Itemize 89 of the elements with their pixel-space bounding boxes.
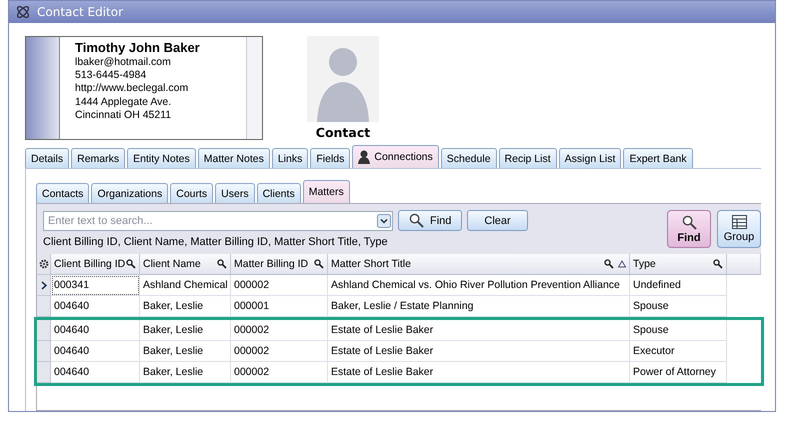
- tab[interactable]: Clients: [256, 183, 301, 203]
- tab[interactable]: Users: [215, 183, 255, 203]
- table-cell: Estate of Leslie Baker: [328, 362, 630, 383]
- column-chooser[interactable]: [37, 254, 51, 275]
- contact-detail: http://www.beclegal.com: [75, 82, 190, 96]
- contact-detail: 513-6445-4984: [75, 69, 148, 82]
- row-selector[interactable]: [37, 275, 51, 296]
- search-icon[interactable]: [314, 259, 324, 269]
- table-cell: 004640: [51, 296, 140, 317]
- tab[interactable]: Matters: [302, 180, 350, 203]
- app-logo-icon: [15, 4, 31, 20]
- tab[interactable]: Schedule: [440, 148, 497, 168]
- scrollbar[interactable]: [246, 37, 262, 139]
- settings-icon[interactable]: [38, 259, 48, 269]
- find-button[interactable]: Find: [398, 210, 462, 231]
- tab[interactable]: Remarks: [71, 148, 126, 168]
- table-row[interactable]: 004640 Baker, Leslie 000002 Estate of Leslie Baker Executor: [37, 341, 761, 362]
- group-button[interactable]: Group: [717, 210, 761, 248]
- tab[interactable]: Expert Bank: [623, 148, 693, 168]
- grid-icon: [732, 215, 746, 229]
- photo-caption: Contact: [316, 125, 370, 140]
- search-icon: [409, 213, 424, 228]
- table-cell: Spouse: [630, 296, 727, 317]
- search-icon[interactable]: [713, 259, 723, 269]
- table-cell: Estate of Leslie Baker: [328, 320, 630, 341]
- search-icon[interactable]: [604, 259, 614, 269]
- search-fields-hint: Client Billing ID, Client Name, Matter Billing ID, Matter Short Title, Type: [43, 236, 389, 248]
- column-title: Client Name: [143, 258, 201, 270]
- table-cell: 004640: [51, 320, 140, 341]
- table-cell: 000001: [231, 296, 328, 317]
- column-header[interactable]: Client Name: [140, 254, 231, 275]
- contact-name: Timothy John Baker: [75, 40, 201, 56]
- column-header[interactable]: Matter Short Title: [328, 254, 630, 275]
- table-cell: Ashland Chemical vs. Ohio River Pollution Prevention Alliance: [328, 275, 630, 296]
- column-header[interactable]: Matter Billing ID: [231, 254, 328, 275]
- table-cell: Baker, Leslie: [140, 320, 231, 341]
- search-icon[interactable]: [217, 259, 227, 269]
- current-row-icon: [40, 280, 46, 290]
- table-cell: Baker, Leslie / Estate Planning: [328, 296, 630, 317]
- table-cell: Executor: [630, 341, 727, 362]
- contact-detail: Cincinnati OH 45211: [75, 108, 172, 122]
- sort-icon: [618, 260, 626, 268]
- table-cell: Ashland Chemical: [140, 275, 231, 296]
- contact-detail: 1444 Applegate Ave.: [75, 96, 172, 109]
- table-cell: 000341: [51, 275, 140, 296]
- column-title: Matter Billing ID: [234, 258, 308, 270]
- column-header[interactable]: Client Billing ID: [51, 254, 140, 275]
- tab[interactable]: Courts: [170, 183, 214, 203]
- table-cell: 004640: [51, 341, 140, 362]
- tab[interactable]: Entity Notes: [127, 148, 196, 168]
- tab[interactable]: Fields: [310, 148, 350, 168]
- column-header[interactable]: Type: [630, 254, 727, 275]
- table-row[interactable]: 000341 Ashland Chemical 000002 Ashland Chemical vs. Ohio River Pollution Prevention Alliance Undefined: [37, 275, 761, 296]
- column-header: [727, 254, 761, 275]
- table-cell: 000002: [231, 362, 328, 383]
- tab[interactable]: Matter Notes: [198, 148, 270, 168]
- table-cell: 000002: [231, 341, 328, 362]
- table-cell: 000002: [231, 275, 328, 296]
- contact-detail: lbaker@hotmail.com: [75, 56, 172, 70]
- table-cell: Undefined: [630, 275, 727, 296]
- clear-button[interactable]: Clear: [467, 210, 528, 231]
- tab[interactable]: Assign List: [558, 148, 622, 168]
- search-icon[interactable]: [126, 259, 136, 269]
- table-row[interactable]: 004640 Baker, Leslie 000002 Estate of Leslie Baker Spouse: [37, 320, 761, 341]
- people-icon: [358, 150, 370, 164]
- dropdown-icon[interactable]: [377, 214, 391, 228]
- table-cell: Baker, Leslie: [140, 362, 231, 383]
- tab[interactable]: Connections: [352, 145, 439, 168]
- table-cell: 004640: [51, 362, 140, 383]
- table-row[interactable]: 004640 Baker, Leslie 000002 Estate of Leslie Baker Power of Attorney: [37, 362, 761, 383]
- tab[interactable]: Contacts: [36, 183, 90, 203]
- window-title: Contact Editor: [37, 5, 124, 19]
- table-cell: Baker, Leslie: [140, 341, 231, 362]
- column-title: Client Billing ID: [54, 258, 126, 270]
- search-icon: [682, 214, 696, 230]
- column-title: Matter Short Title: [331, 258, 411, 270]
- tab[interactable]: Recip List: [498, 148, 557, 168]
- search-combo-box[interactable]: Enter text to search...: [43, 210, 393, 230]
- table-cell: Estate of Leslie Baker: [328, 341, 630, 362]
- table-cell: Spouse: [630, 320, 727, 341]
- tab[interactable]: Details: [25, 148, 70, 168]
- tab[interactable]: Links: [272, 148, 308, 168]
- table-cell: Power of Attorney: [630, 362, 727, 383]
- table-cell: 000002: [231, 320, 328, 341]
- find-toggle[interactable]: Find: [667, 210, 711, 248]
- tab[interactable]: Organizations: [91, 183, 168, 203]
- table-cell: Baker, Leslie: [140, 296, 231, 317]
- column-title: Type: [633, 258, 656, 270]
- table-row[interactable]: 004640 Baker, Leslie 000001 Baker, Leslie / Estate Planning Spouse: [37, 296, 761, 317]
